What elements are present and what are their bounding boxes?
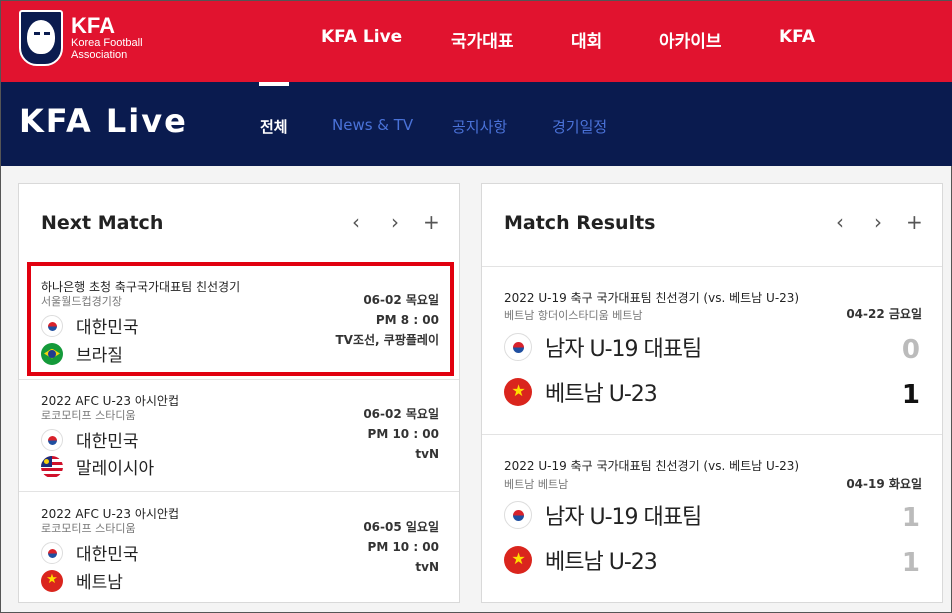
- team-name: 남자 U-19 대표팀: [545, 337, 702, 362]
- tab-schedule[interactable]: 경기일정: [552, 116, 607, 137]
- kfa-logo[interactable]: KFA Korea Football Association: [19, 10, 143, 66]
- away-team: 베트남 U-23: [504, 376, 658, 408]
- vietnam-flag-icon: [41, 569, 63, 592]
- korea-flag-icon: [41, 541, 63, 564]
- vietnam-flag-icon: [504, 378, 532, 406]
- plus-icon[interactable]: +: [906, 210, 923, 234]
- match-date: 06-02 목요일: [363, 407, 439, 421]
- active-tab-indicator: [259, 82, 289, 86]
- team-name: 남자 U-19 대표팀: [545, 505, 702, 530]
- match-info: 06-02 목요일 PM 10 : 00 tvN: [363, 404, 439, 464]
- malaysia-flag-icon: [41, 455, 63, 478]
- match-broadcast: tvN: [415, 447, 439, 461]
- vietnam-flag-icon: [504, 546, 532, 574]
- team-name: 대한민국: [76, 432, 139, 452]
- tab-news-tv[interactable]: News & TV: [332, 116, 413, 134]
- result-date: 04-22 금요일: [846, 307, 922, 321]
- match-venue: 로코모티프 스타디움: [41, 522, 136, 535]
- match-item[interactable]: 2022 AFC U-23 아시안컵 로코모티프 스타디움 대한민국 베트남 0…: [19, 491, 459, 603]
- match-info: 06-05 일요일 PM 10 : 00 tvN: [363, 517, 439, 577]
- match-time: PM 10 : 00: [367, 540, 439, 554]
- selected-match-highlight: [27, 262, 454, 376]
- away-team: 말레이시아: [41, 454, 154, 479]
- tiger-crest-icon: [19, 10, 63, 66]
- away-score: 1: [901, 548, 920, 578]
- panel-title: Next Match: [41, 212, 164, 234]
- result-date: 04-19 화요일: [846, 477, 922, 491]
- nav-national-team[interactable]: 국가대표: [451, 27, 514, 52]
- result-item[interactable]: 2022 U-19 축구 국가대표팀 친선경기 (vs. 베트남 U-23) 베…: [482, 434, 942, 604]
- home-score: 0: [901, 335, 920, 365]
- korea-flag-icon: [41, 428, 63, 451]
- logo-subtitle-line-1: Korea Football: [71, 37, 143, 49]
- match-broadcast: tvN: [415, 560, 439, 574]
- home-team: 남자 U-19 대표팀: [504, 331, 702, 363]
- team-name: 말레이시아: [76, 459, 155, 479]
- team-name: 대한민국: [76, 545, 139, 565]
- nav-kfa-live[interactable]: KFA Live: [321, 27, 402, 47]
- home-team: 남자 U-19 대표팀: [504, 499, 702, 531]
- prev-arrow-icon[interactable]: ‹: [836, 210, 844, 234]
- top-nav-bar: KFA Korea Football Association KFA Live …: [1, 1, 952, 82]
- next-arrow-icon[interactable]: ›: [874, 210, 882, 234]
- nav-kfa[interactable]: KFA: [779, 27, 815, 47]
- logo-subtitle-line-2: Association: [71, 49, 128, 61]
- korea-flag-icon: [504, 333, 532, 361]
- result-title: 2022 U-19 축구 국가대표팀 친선경기 (vs. 베트남 U-23): [504, 459, 800, 473]
- prev-arrow-icon[interactable]: ‹: [352, 210, 360, 234]
- page-title: KFA Live: [19, 102, 188, 140]
- team-name: 베트남 U-23: [545, 382, 658, 407]
- section-hero: KFA Live 전체 News & TV 공지사항 경기일정: [1, 82, 952, 166]
- match-date: 06-05 일요일: [363, 520, 439, 534]
- match-venue: 로코모티프 스타디움: [41, 409, 136, 422]
- result-item[interactable]: 2022 U-19 축구 국가대표팀 친선경기 (vs. 베트남 U-23) 베…: [482, 266, 942, 434]
- logo-title: KFA: [71, 13, 115, 38]
- tab-all[interactable]: 전체: [260, 116, 288, 137]
- panel-title: Match Results: [504, 212, 656, 234]
- away-team: 베트남: [41, 568, 123, 593]
- korea-flag-icon: [504, 501, 532, 529]
- nav-competitions[interactable]: 대회: [571, 27, 602, 52]
- plus-icon[interactable]: +: [423, 210, 440, 234]
- match-results-panel: Match Results ‹ › + 2022 U-19 축구 국가대표팀 친…: [481, 183, 943, 603]
- next-match-panel: Next Match ‹ › + 하나은행 초청 축구국가대표팀 친선경기 서울…: [18, 183, 460, 603]
- team-name: 베트남: [76, 573, 123, 593]
- result-venue: 베트남 항더이스타디움 베트남: [504, 309, 643, 322]
- match-item[interactable]: 2022 AFC U-23 아시안컵 로코모티프 스타디움 대한민국 말레이시아…: [19, 379, 459, 491]
- home-team: 대한민국: [41, 540, 139, 565]
- team-name: 베트남 U-23: [545, 550, 658, 575]
- home-score: 1: [901, 503, 920, 533]
- home-team: 대한민국: [41, 427, 139, 452]
- nav-archive[interactable]: 아카이브: [659, 27, 722, 52]
- away-team: 베트남 U-23: [504, 544, 658, 576]
- result-venue: 베트남 베트남: [504, 478, 569, 491]
- away-score: 1: [901, 380, 920, 410]
- tab-notices[interactable]: 공지사항: [452, 116, 507, 137]
- match-time: PM 10 : 00: [367, 427, 439, 441]
- result-title: 2022 U-19 축구 국가대표팀 친선경기 (vs. 베트남 U-23): [504, 291, 800, 305]
- next-arrow-icon[interactable]: ›: [391, 210, 399, 234]
